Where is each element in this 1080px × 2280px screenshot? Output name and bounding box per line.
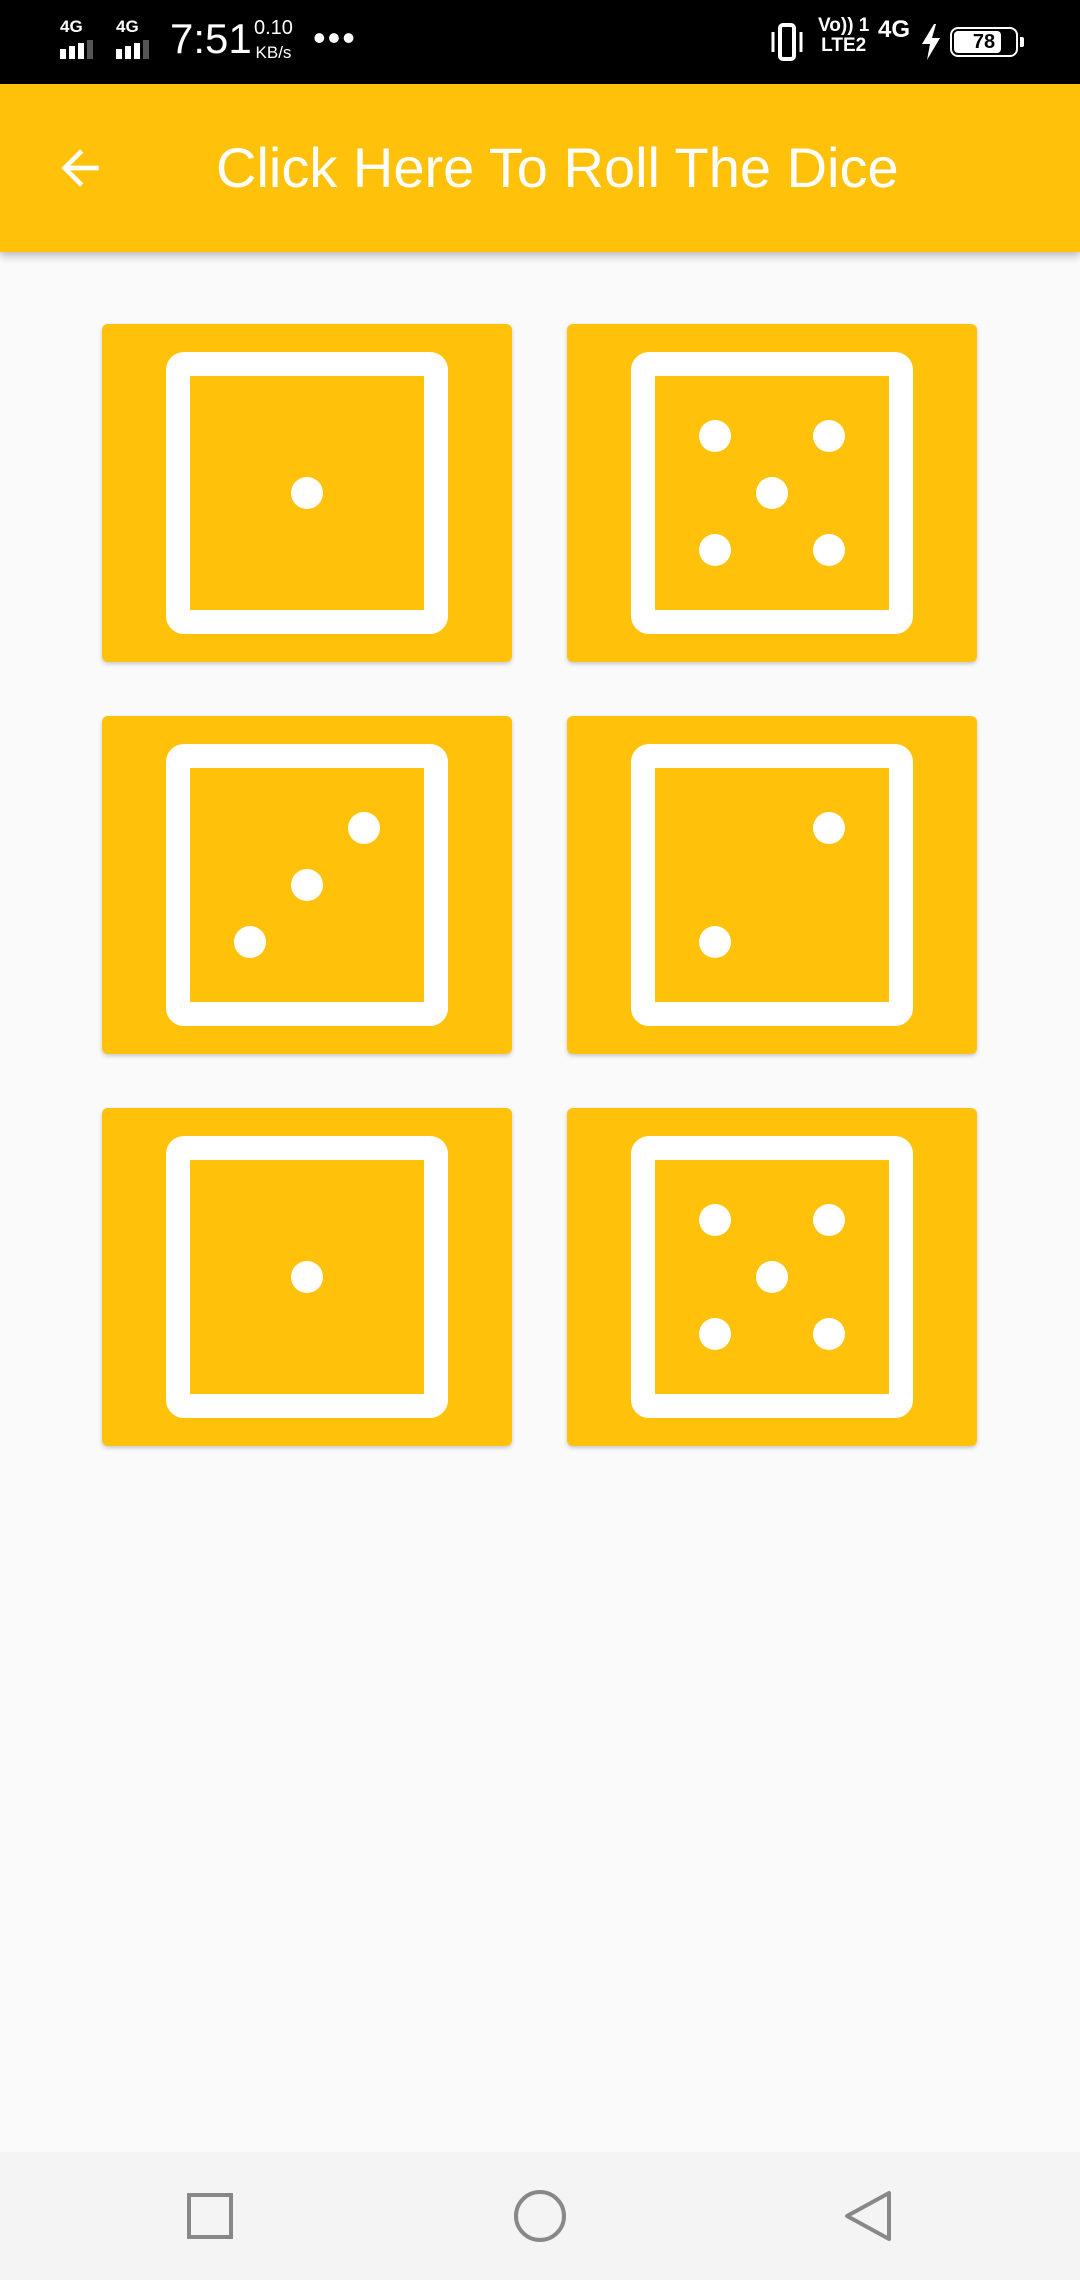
dice-face-1-icon: [166, 352, 448, 634]
dice-pip: [756, 477, 788, 509]
volte-indicator: Vo)) 1 LTE2: [818, 16, 869, 56]
dice-card[interactable]: [567, 324, 977, 662]
speed-value: 0.10: [254, 17, 293, 39]
dice-pip: [756, 1261, 788, 1293]
volte-line-1: Vo)) 1: [818, 15, 870, 36]
dice-pip: [291, 477, 323, 509]
status-bar: 4G 4G 7:51 0.10 KB/s ••• Vo)) 1 LTE2 4G …: [0, 0, 1080, 84]
dice-card[interactable]: [102, 324, 512, 662]
dice-pip: [813, 534, 845, 566]
dice-frame: [631, 744, 913, 1026]
dice-pip: [813, 420, 845, 452]
speed-unit: KB/s: [255, 43, 292, 62]
dice-pip: [813, 1204, 845, 1236]
triangle-back-icon: [845, 2191, 891, 2241]
page-title[interactable]: Click Here To Roll The Dice: [216, 134, 899, 202]
dice-face-5-icon: [631, 1136, 913, 1418]
dice-card[interactable]: [567, 1108, 977, 1446]
dice-face-3-icon: [166, 744, 448, 1026]
dice-pip: [699, 420, 731, 452]
network-type-3: 4G: [878, 16, 911, 43]
dice-pip: [813, 1318, 845, 1350]
dice-pip: [699, 1318, 731, 1350]
network-type-1: 4G: [60, 17, 83, 36]
dice-pip: [699, 926, 731, 958]
vibrate-icon: [771, 23, 803, 61]
dice-card[interactable]: [102, 716, 512, 1054]
square-icon: [187, 2193, 233, 2239]
signal-icon-1: [60, 40, 93, 59]
dice-card[interactable]: [102, 1108, 512, 1446]
recents-button[interactable]: [178, 2184, 242, 2248]
circle-icon: [514, 2190, 566, 2242]
battery-icon: 78: [950, 27, 1024, 57]
dice-card[interactable]: [567, 716, 977, 1054]
dice-face-1-icon: [166, 1136, 448, 1418]
navigation-bar: [0, 2152, 1080, 2280]
home-button[interactable]: [508, 2184, 572, 2248]
dice-face-5-icon: [631, 352, 913, 634]
dice-face-2-icon: [631, 744, 913, 1026]
more-notifications-icon: •••: [313, 17, 357, 58]
dice-pip: [234, 926, 266, 958]
app-bar: Click Here To Roll The Dice: [0, 84, 1080, 252]
battery-level: 78: [972, 30, 996, 53]
network-speed: 0.10 KB/s: [254, 18, 293, 61]
dice-pip: [813, 812, 845, 844]
dice-pip: [348, 812, 380, 844]
clock: 7:51: [170, 15, 252, 62]
dice-pip: [699, 1204, 731, 1236]
volte-line-2: LTE2: [821, 34, 867, 56]
dice-pip: [699, 534, 731, 566]
signal-icon-2: [116, 40, 149, 59]
system-back-button[interactable]: [836, 2184, 900, 2248]
network-type-2: 4G: [116, 17, 139, 36]
dice-pip: [291, 1261, 323, 1293]
charging-icon: [922, 24, 940, 60]
arrow-back-icon: [61, 149, 99, 187]
dice-pip: [291, 869, 323, 901]
back-button[interactable]: [40, 128, 120, 208]
